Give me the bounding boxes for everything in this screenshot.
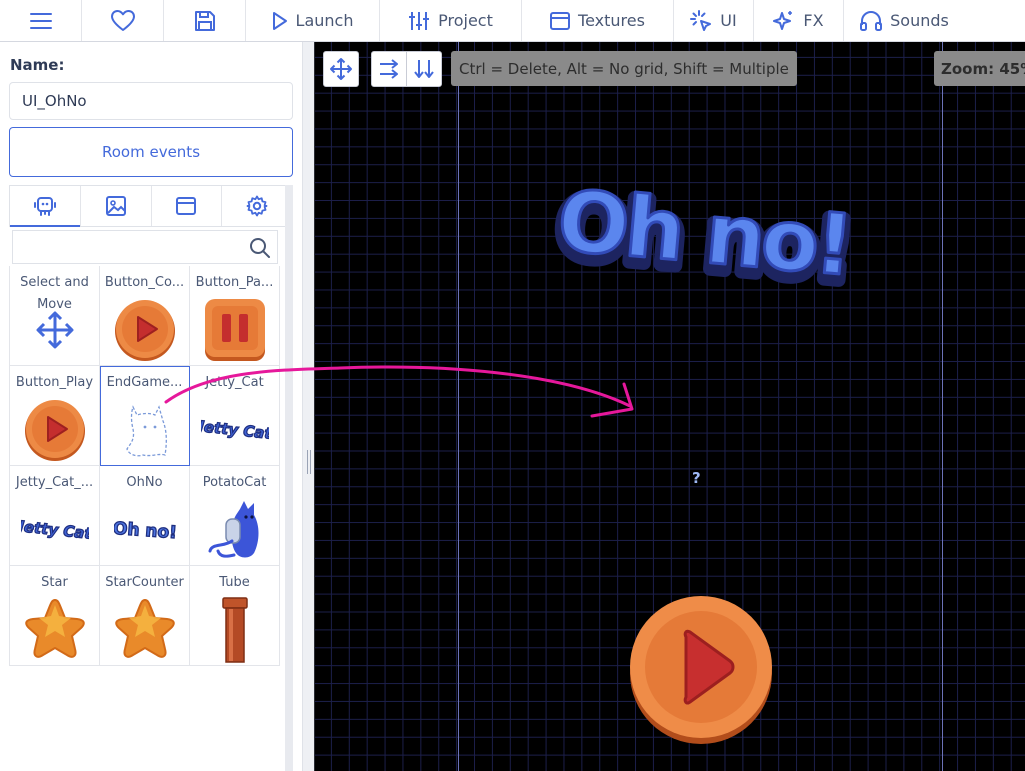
image-icon	[105, 196, 126, 216]
list-item[interactable]: Button_Play	[10, 366, 100, 466]
asset-label: OhNo	[126, 475, 163, 490]
fx-button[interactable]: FX	[754, 0, 844, 41]
robot-icon	[33, 197, 56, 216]
launch-label: Launch	[295, 11, 354, 30]
pause-button-thumbnail	[203, 294, 267, 365]
sparkles-icon	[773, 10, 793, 30]
asset-label: Tube	[219, 575, 250, 590]
ghost-outline-thumbnail	[115, 394, 175, 465]
zoom-indicator: Zoom: 45%	[934, 51, 1025, 86]
gear-icon	[246, 195, 268, 217]
svg-text:Jetty Cat: Jetty Cat	[21, 516, 89, 542]
star-thumbnail	[111, 594, 179, 665]
align-tools	[371, 51, 442, 87]
oh-no-logo-thumbnail: Oh no!	[114, 494, 176, 565]
textures-button[interactable]: Textures	[522, 0, 674, 41]
properties-sidebar: Name: UI_OhNo Room events Select and Mov…	[0, 42, 302, 771]
list-item[interactable]: EndGame...	[100, 366, 190, 466]
viewport-bound-right	[942, 42, 943, 771]
search-icon	[250, 238, 270, 258]
sounds-button[interactable]: Sounds	[844, 0, 965, 41]
name-label: Name:	[10, 56, 65, 74]
jetty-cat-logo-thumbnail: Jetty Cat	[21, 494, 89, 565]
menu-button[interactable]	[0, 0, 82, 41]
asset-label: Button_Pa...	[195, 275, 274, 290]
top-toolbar: Launch Project Textures UI FX Sounds	[0, 0, 1025, 42]
move-icon	[35, 294, 75, 365]
ui-label: UI	[720, 11, 737, 30]
asset-label: Button_Play	[15, 375, 94, 390]
list-item[interactable]: Star	[10, 566, 100, 666]
fx-label: FX	[803, 11, 824, 30]
favorites-button[interactable]	[82, 0, 164, 41]
asset-label: Jetty_Cat	[205, 375, 264, 390]
play-button-sprite[interactable]	[628, 595, 774, 745]
asset-label: PotatoCat	[202, 475, 267, 490]
asset-label: Star	[41, 575, 68, 590]
room-canvas[interactable]: Ctrl = Delete, Alt = No grid, Shift = Mu…	[315, 42, 1025, 771]
room-events-button[interactable]: Room events	[9, 127, 293, 177]
textures-label: Textures	[578, 11, 645, 30]
arrows-right-icon	[379, 59, 398, 79]
tab-textures[interactable]	[81, 186, 152, 226]
asset-search-input[interactable]	[12, 230, 278, 264]
asset-label: Button_Co...	[104, 275, 185, 290]
shortcut-hint: Ctrl = Delete, Alt = No grid, Shift = Mu…	[451, 51, 797, 86]
sounds-label: Sounds	[890, 11, 949, 30]
list-item[interactable]: PotatoCat	[190, 466, 280, 566]
save-icon	[194, 10, 215, 31]
play-button-thumbnail	[23, 394, 87, 465]
align-horizontal-button[interactable]	[372, 52, 407, 86]
placeholder-question-mark: ?	[692, 469, 701, 487]
viewport-bound-left	[458, 42, 459, 771]
hamburger-menu-icon	[29, 12, 52, 29]
window-icon	[550, 11, 571, 30]
list-item[interactable]: StarCounter	[100, 566, 190, 666]
list-item[interactable]: OhNo Oh no!	[100, 466, 190, 566]
play-icon	[272, 11, 287, 30]
project-label: Project	[438, 11, 493, 30]
star-thumbnail	[21, 594, 89, 665]
list-item[interactable]: Jetty_Cat_... Jetty Cat	[10, 466, 100, 566]
potato-cat-thumbnail	[206, 494, 264, 565]
asset-grid: Select and Move Button_Co... Button_Pa..…	[9, 266, 280, 666]
list-item[interactable]: Button_Co...	[100, 266, 190, 366]
save-button[interactable]	[164, 0, 246, 41]
headphones-icon	[860, 10, 883, 31]
asset-label: Jetty_Cat_...	[15, 475, 94, 490]
window-icon	[176, 197, 197, 215]
play-button-thumbnail	[113, 294, 177, 365]
launch-button[interactable]: Launch	[246, 0, 380, 41]
list-item[interactable]: Tube	[190, 566, 280, 666]
asset-label: StarCounter	[105, 575, 184, 590]
svg-text:Oh no!: Oh no!	[114, 518, 176, 542]
tab-templates[interactable]	[10, 186, 81, 227]
heart-icon	[110, 9, 135, 31]
resize-grip	[307, 450, 311, 474]
svg-text:Jetty Cat: Jetty Cat	[201, 416, 269, 442]
oh-no-title-sprite[interactable]: Oh no! Oh no!	[553, 182, 853, 302]
list-item[interactable]: Select and Move	[10, 266, 100, 366]
select-move-tool-button[interactable]	[323, 51, 359, 87]
project-button[interactable]: Project	[380, 0, 522, 41]
list-item[interactable]: Jetty_Cat Jetty Cat	[190, 366, 280, 466]
sidebar-scrollbar[interactable]	[285, 185, 293, 771]
list-item[interactable]: Button_Pa...	[190, 266, 280, 366]
cursor-click-icon	[690, 9, 712, 31]
asset-label: EndGame...	[106, 375, 183, 390]
align-vertical-button[interactable]	[407, 52, 442, 86]
ui-button[interactable]: UI	[674, 0, 754, 41]
sliders-icon	[409, 11, 430, 30]
jetty-cat-logo-thumbnail: Jetty Cat	[201, 394, 269, 465]
move-icon	[330, 58, 352, 80]
panel-resize-handle[interactable]	[302, 42, 315, 771]
asset-tabs	[9, 185, 293, 227]
name-input[interactable]: UI_OhNo	[9, 82, 293, 120]
arrows-down-icon	[413, 60, 434, 78]
tab-backgrounds[interactable]	[152, 186, 223, 226]
tab-settings[interactable]	[222, 186, 292, 226]
tube-thumbnail	[221, 594, 249, 665]
